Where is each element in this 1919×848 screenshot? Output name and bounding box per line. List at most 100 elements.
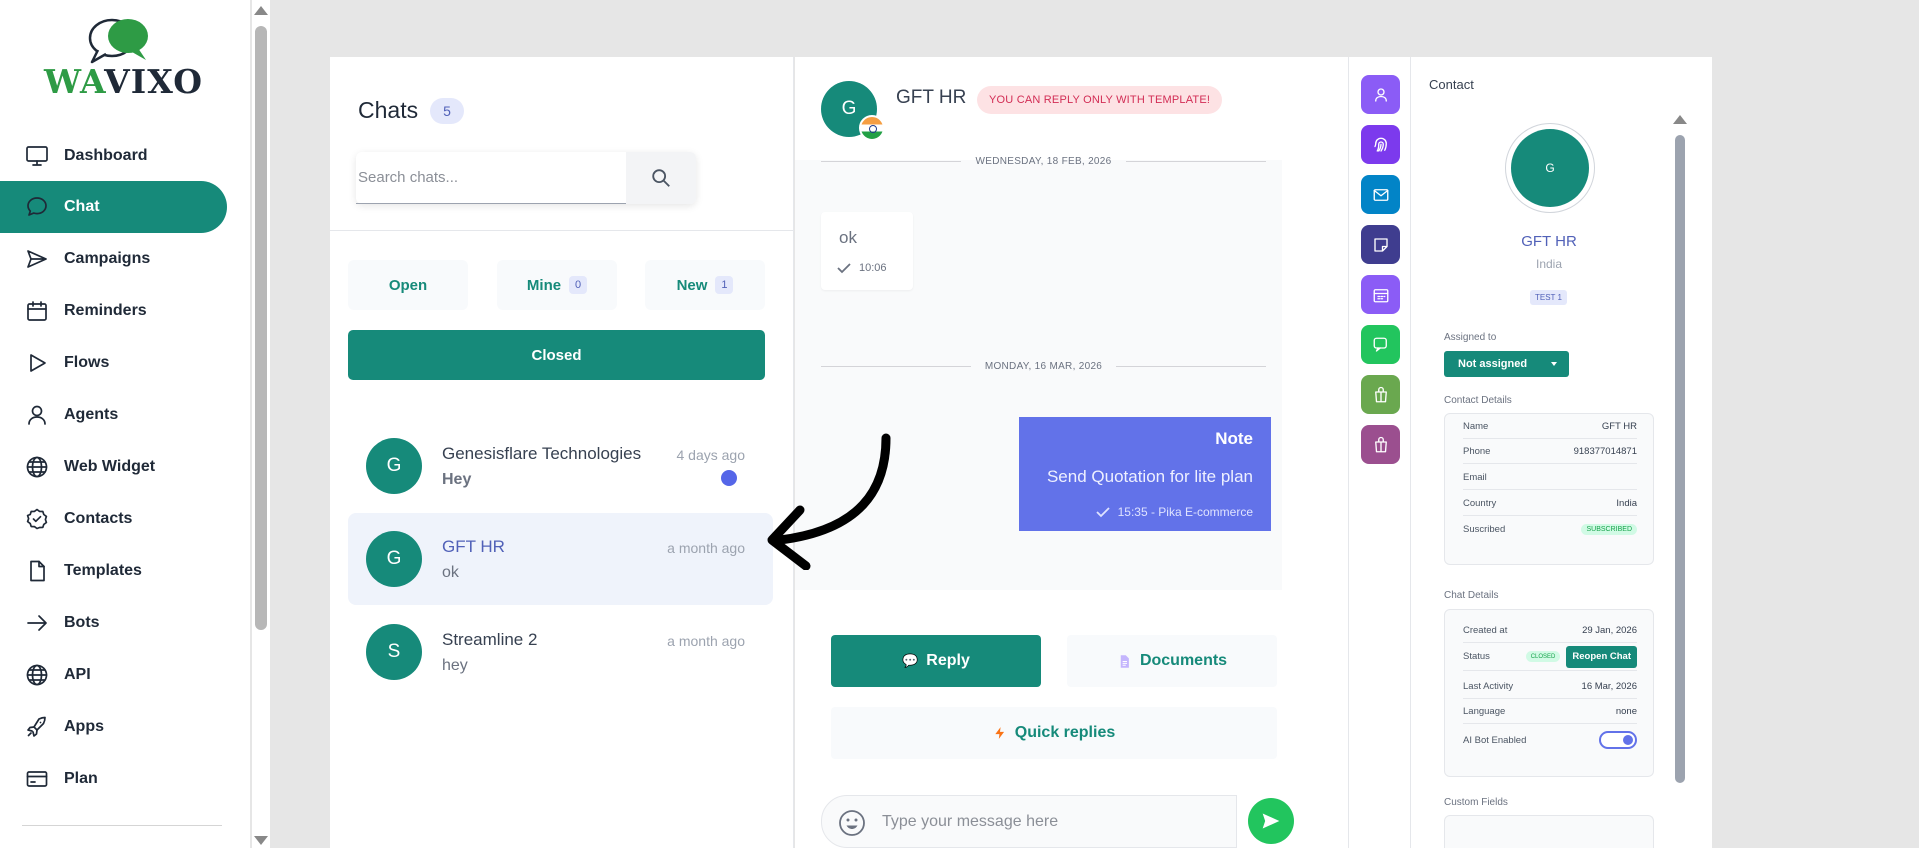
detail-row: Email	[1463, 465, 1637, 490]
reply-button[interactable]: 💬 Reply	[831, 635, 1041, 687]
date-separator: WEDNESDAY, 18 FEB, 2026	[821, 154, 1266, 168]
rail-woocommerce-button[interactable]	[1361, 425, 1400, 464]
sidebar-item-apps[interactable]: Apps	[0, 701, 227, 753]
rail-notes-button[interactable]	[1361, 225, 1400, 264]
sidebar-item-plan[interactable]: Plan	[0, 753, 227, 805]
logo[interactable]: WAVIXO	[44, 16, 202, 101]
rail-whatsapp-button[interactable]	[1361, 325, 1400, 364]
chats-count-badge: 5	[430, 98, 464, 124]
whatsapp-icon	[1373, 337, 1387, 352]
chat-preview: ok	[442, 564, 459, 581]
scroll-down-icon[interactable]	[254, 836, 268, 845]
sidebar-item-label: Plan	[64, 770, 98, 787]
sidebar-item-chat[interactable]: Chat	[0, 181, 227, 233]
search-input[interactable]	[356, 152, 636, 204]
custom-fields-label: Custom Fields	[1444, 797, 1508, 808]
chat-time: a month ago	[667, 540, 745, 556]
sticky-note-icon	[1373, 237, 1388, 252]
tab-label: Open	[388, 276, 428, 294]
contact-details-card: Name GFT HR Phone 918377014871 Email Count…	[1444, 413, 1654, 565]
sidebar-item-label: API	[64, 666, 91, 683]
fingerprint-icon	[1373, 137, 1387, 152]
sidebar-item-agents[interactable]: Agents	[0, 389, 227, 441]
conversation-header: G GFT HR YOU CAN REPLY ONLY WITH TEMPLAT…	[795, 57, 1348, 160]
emoji-icon[interactable]	[838, 809, 866, 837]
scroll-up-icon[interactable]	[1673, 115, 1687, 124]
chat-name: Genesisflare Technologies	[442, 444, 642, 463]
reopen-chat-button[interactable]: Reopen Chat	[1566, 645, 1637, 668]
sidebar-item-label: Apps	[64, 718, 104, 735]
chat-preview: Hey	[442, 471, 472, 488]
sidebar: WAVIXO Dashboard Chat Campaigns Reminder…	[0, 0, 250, 848]
chats-title: Chats	[358, 97, 419, 123]
chat-details-card: Created at 29 Jan, 2026 Status CLOSED Reo…	[1444, 609, 1654, 777]
detail-row: Name GFT HR	[1463, 414, 1637, 439]
chat-details-label: Chat Details	[1444, 590, 1499, 601]
sidebar-item-contacts[interactable]: Contacts	[0, 493, 227, 545]
chat-list-item[interactable]: G Genesisflare Technologies 4 days ago H…	[348, 420, 773, 512]
documents-button[interactable]: Documents	[1067, 635, 1277, 687]
chat-time: 4 days ago	[676, 447, 746, 463]
rail-calendar-button[interactable]	[1361, 275, 1400, 314]
sidebar-item-campaigns[interactable]: Campaigns	[0, 233, 227, 285]
user-icon	[24, 402, 50, 428]
sidebar-scrollbar-thumb[interactable]	[255, 26, 267, 630]
sidebar-item-flows[interactable]: Flows	[0, 337, 227, 389]
rail-user-button[interactable]	[1361, 75, 1400, 114]
chat-name: GFT HR	[442, 537, 505, 556]
avatar: G	[366, 438, 422, 494]
detail-row: Language none	[1463, 699, 1637, 724]
contact-scrollbar[interactable]	[1673, 115, 1687, 848]
check-icon	[837, 263, 851, 274]
rail-shopify-button[interactable]	[1361, 375, 1400, 414]
sidebar-item-label: Flows	[64, 354, 110, 371]
template-only-badge: YOU CAN REPLY ONLY WITH TEMPLATE!	[977, 86, 1223, 114]
send-button[interactable]	[1248, 798, 1294, 844]
sidebar-item-label: Agents	[64, 406, 119, 423]
scroll-up-icon[interactable]	[254, 6, 268, 15]
chat-preview: hey	[442, 657, 468, 674]
sidebar-item-reminders[interactable]: Reminders	[0, 285, 227, 337]
detail-row: Suscribed SUBSCRIBED	[1463, 517, 1637, 542]
avatar: G	[366, 531, 422, 587]
note-meta: 15:35 - Pika E-commerce	[1095, 505, 1253, 519]
custom-fields-card	[1444, 815, 1654, 848]
contact-tag[interactable]: TEST 1	[1530, 290, 1567, 305]
status-badge: CLOSED	[1525, 651, 1561, 662]
tab-mine[interactable]: Mine 0	[497, 260, 617, 310]
tab-closed[interactable]: Closed	[348, 330, 765, 380]
sidebar-item-web-widget[interactable]: Web Widget	[0, 441, 227, 493]
rail-fingerprint-button[interactable]	[1361, 125, 1400, 164]
search-button[interactable]	[626, 152, 696, 204]
check-badge-icon	[24, 506, 50, 532]
play-icon	[24, 350, 50, 376]
chat-bubble-icon	[24, 194, 50, 220]
chat-list-item[interactable]: G GFT HR a month ago ok	[348, 513, 773, 605]
send-icon	[24, 246, 50, 272]
lightning-icon	[995, 727, 1004, 739]
message-meta: 10:06	[837, 262, 887, 274]
file-icon	[24, 558, 50, 584]
tab-open[interactable]: Open	[348, 260, 468, 310]
quick-replies-button[interactable]: Quick replies	[831, 707, 1277, 759]
tab-label: Mine	[526, 276, 562, 294]
rail-mail-button[interactable]	[1361, 175, 1400, 214]
chat-list-item[interactable]: S Streamline 2 a month ago hey	[348, 606, 773, 698]
contact-scrollbar-thumb[interactable]	[1675, 135, 1685, 783]
speech-bubble-icon: 💬	[902, 653, 919, 668]
assign-dropdown[interactable]: Not assigned	[1444, 351, 1569, 377]
sidebar-item-bots[interactable]: Bots	[0, 597, 227, 649]
unread-dot	[721, 470, 737, 486]
globe-icon	[24, 662, 50, 688]
message-input[interactable]	[882, 796, 1222, 847]
ai-bot-toggle[interactable]	[1599, 731, 1637, 749]
calendar-icon	[24, 298, 50, 324]
contact-name: GFT HR	[1521, 233, 1577, 250]
sidebar-item-dashboard[interactable]: Dashboard	[0, 130, 227, 182]
tab-new[interactable]: New 1	[645, 260, 765, 310]
message-composer	[821, 795, 1237, 848]
sidebar-item-templates[interactable]: Templates	[0, 545, 227, 597]
message-time: 10:06	[859, 262, 887, 274]
sidebar-item-api[interactable]: API	[0, 649, 227, 701]
credit-card-icon	[24, 766, 50, 792]
